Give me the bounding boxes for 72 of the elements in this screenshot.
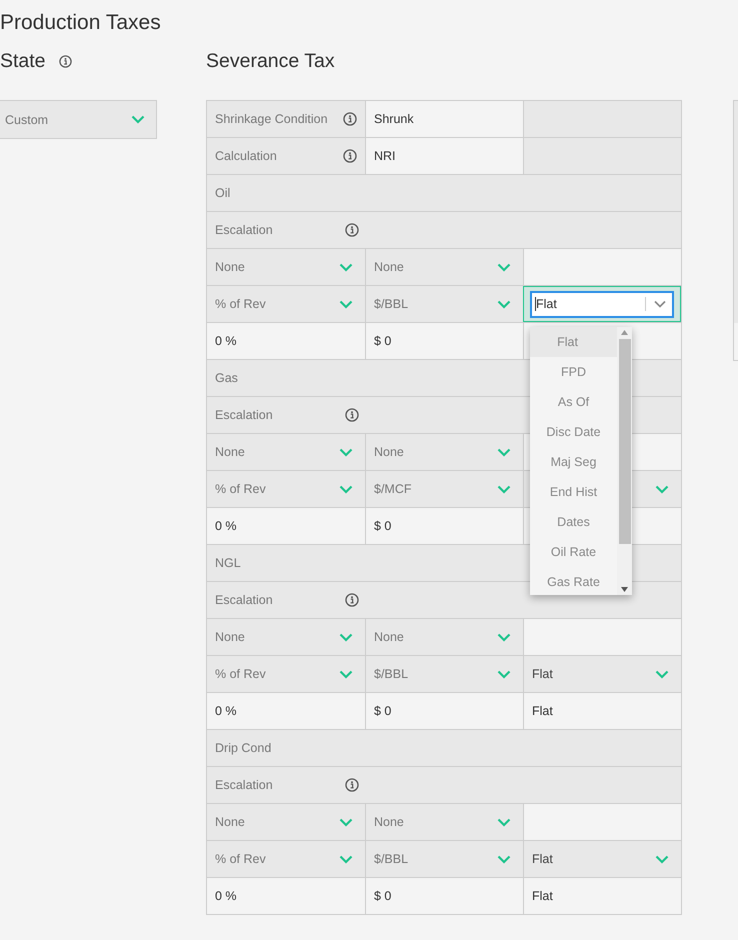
group-label: Drip Cond xyxy=(215,741,272,755)
section-title: Severance Tax xyxy=(206,50,335,72)
info-icon[interactable] xyxy=(345,408,359,422)
chevron-down-icon xyxy=(497,818,511,826)
chevron-down-icon xyxy=(497,854,511,864)
select-field[interactable]: Flat xyxy=(523,841,681,877)
chevron-down-icon xyxy=(131,115,145,124)
dropdown-option[interactable]: Flat xyxy=(530,327,617,357)
select-field[interactable]: None xyxy=(365,434,523,470)
group-label: Escalation xyxy=(215,778,274,792)
field-label: Shrinkage Condition xyxy=(215,112,328,126)
dropdown-option[interactable]: End Hist xyxy=(530,477,617,507)
dropdown-option[interactable]: Oil Rate xyxy=(530,537,617,567)
select-field[interactable]: $/BBL xyxy=(365,656,523,692)
select-field[interactable]: $/MCF xyxy=(365,471,523,507)
group-label: Gas xyxy=(215,371,239,385)
select-field[interactable]: None xyxy=(207,619,365,655)
dropdown-option[interactable]: FPD xyxy=(530,357,617,387)
dropdown-option[interactable]: As Of xyxy=(530,387,617,417)
select-field[interactable]: Flat xyxy=(523,656,681,692)
chevron-down-icon xyxy=(339,818,353,826)
chevron-down-icon xyxy=(339,262,353,272)
select-field[interactable]: $/BBL xyxy=(365,286,523,322)
group-label: NGL xyxy=(215,556,242,570)
chevron-down-icon xyxy=(497,262,511,272)
select-field[interactable]: % of Rev xyxy=(207,471,365,507)
chevron-down-icon xyxy=(655,854,669,864)
chevron-down-icon xyxy=(497,484,511,494)
info-icon[interactable] xyxy=(343,112,357,126)
chevron-down-icon xyxy=(339,448,353,456)
select-field[interactable]: None xyxy=(365,249,523,285)
select-field[interactable]: None xyxy=(207,249,365,285)
info-icon[interactable] xyxy=(345,223,359,237)
group-label: Oil xyxy=(215,186,232,200)
select-field[interactable]: $/BBL xyxy=(365,841,523,877)
select-field[interactable]: % of Rev xyxy=(207,286,365,322)
chevron-down-icon xyxy=(654,300,666,308)
dropdown-option[interactable]: Gas Rate xyxy=(530,567,617,597)
group-label: Escalation xyxy=(215,223,274,237)
combo-field[interactable]: Flat xyxy=(530,290,674,318)
chevron-down-icon xyxy=(497,670,511,678)
chevron-down-icon xyxy=(497,448,511,456)
select-field[interactable]: % of Rev xyxy=(207,656,365,692)
select-field[interactable]: % of Rev xyxy=(207,841,365,877)
info-icon[interactable] xyxy=(343,149,357,163)
state-select[interactable]: Custom xyxy=(0,100,157,139)
chevron-down-icon xyxy=(339,484,353,494)
scroll-down-icon[interactable] xyxy=(621,587,628,592)
group-label: Escalation xyxy=(215,408,274,422)
select-field[interactable]: None xyxy=(365,619,523,655)
info-icon[interactable] xyxy=(345,778,359,792)
group-label: Escalation xyxy=(215,593,274,607)
info-icon[interactable] xyxy=(345,593,359,607)
chevron-down-icon xyxy=(497,632,511,642)
chevron-down-icon xyxy=(339,300,353,308)
field-label: Calculation xyxy=(215,149,277,163)
dropdown-option[interactable]: Disc Date xyxy=(530,417,617,447)
chevron-down-icon xyxy=(339,632,353,642)
dropdown-option[interactable]: Dates xyxy=(530,507,617,537)
chevron-down-icon xyxy=(655,670,669,678)
select-field[interactable]: None xyxy=(207,434,365,470)
select-field[interactable]: None xyxy=(365,804,523,840)
chevron-down-icon xyxy=(655,484,669,494)
select-field[interactable]: None xyxy=(207,804,365,840)
chevron-down-icon xyxy=(339,670,353,678)
scrollbar[interactable] xyxy=(617,327,632,595)
section-title: State xyxy=(0,50,46,72)
info-icon[interactable] xyxy=(58,54,72,68)
chevron-down-icon xyxy=(339,854,353,864)
page-title: Production Taxes xyxy=(0,10,162,36)
chevron-down-icon xyxy=(497,300,511,308)
dropdown-option[interactable]: Maj Seg xyxy=(530,447,617,477)
